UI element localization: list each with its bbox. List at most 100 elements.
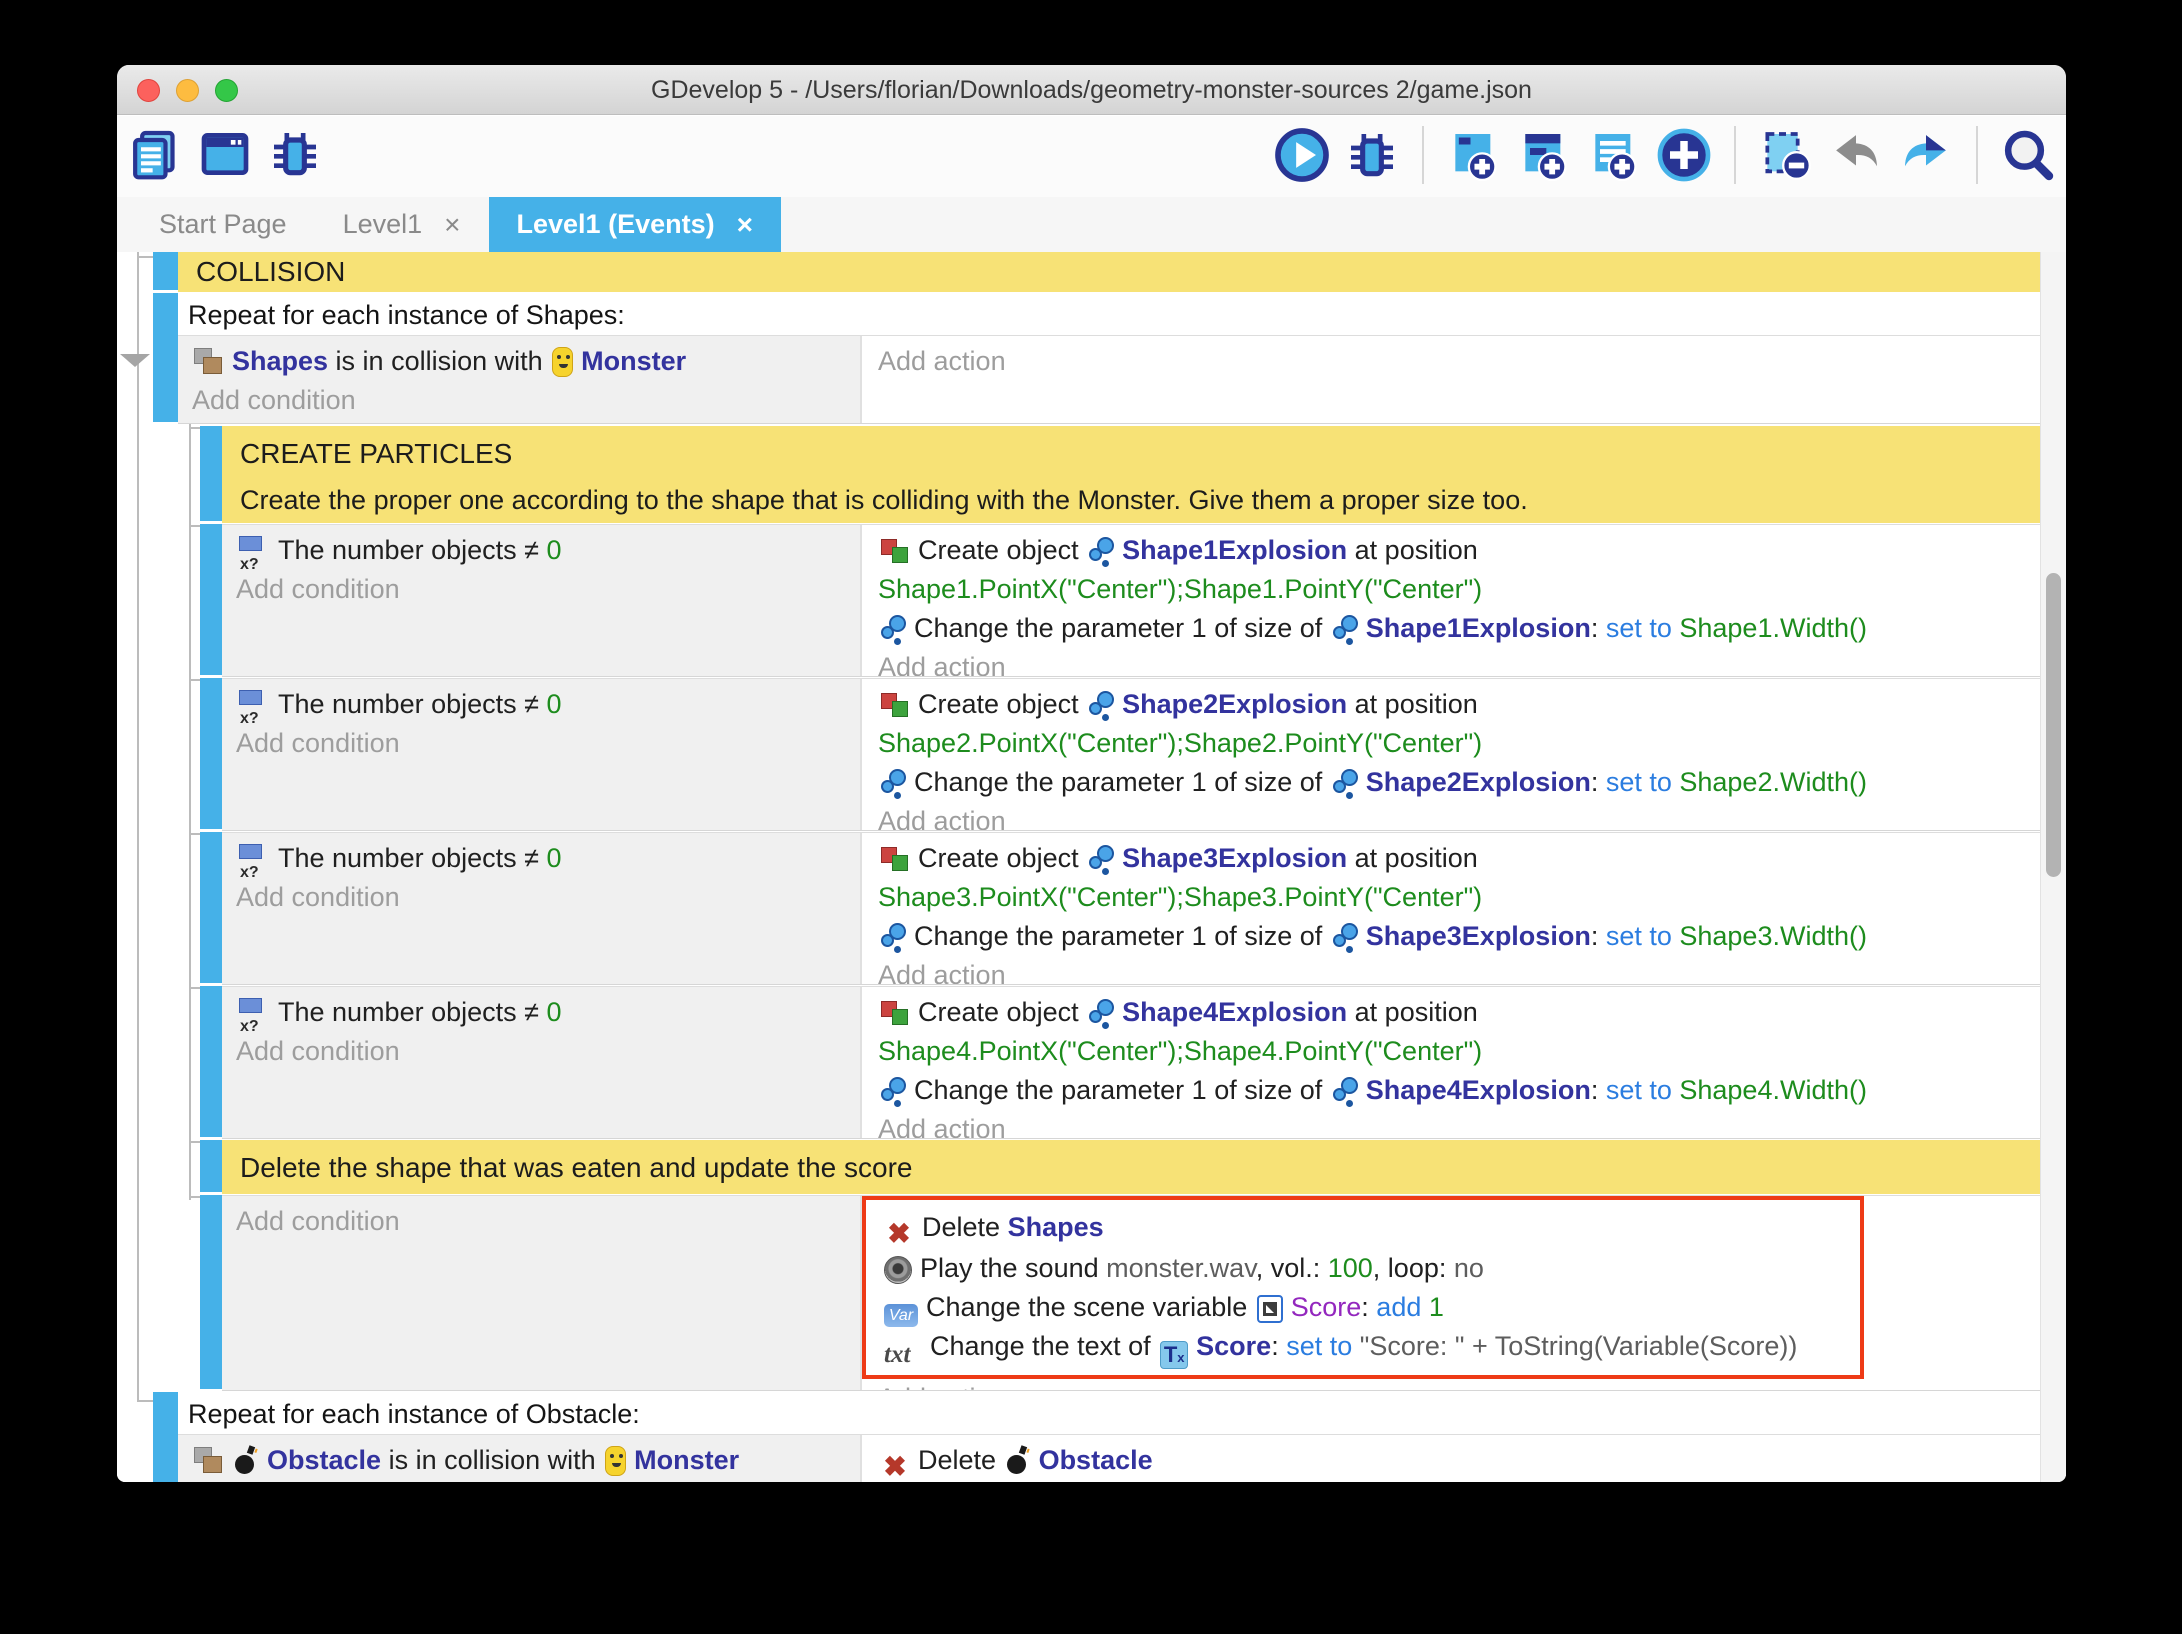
action-line[interactable]: Create object Shape3Explosion at positio… xyxy=(878,839,2040,878)
tab-bar: Start PageLevel1×Level1 (Events)× xyxy=(117,197,2066,252)
action-line[interactable]: Shape1.PointX("Center");Shape1.PointY("C… xyxy=(878,570,2040,609)
event-standard[interactable]: The number objects ≠ 0Add condition Creat… xyxy=(117,524,2066,677)
action-line[interactable]: Shape3.PointX("Center");Shape3.PointY("C… xyxy=(878,878,2040,917)
event-indent-bar xyxy=(153,1392,178,1482)
bomb-icon xyxy=(1006,1446,1031,1476)
condition-line[interactable]: The number objects ≠ 0 xyxy=(236,839,860,878)
event-repeat[interactable]: Repeat for each instance of Obstacle: Obs… xyxy=(117,1392,2066,1482)
add-event-icon[interactable] xyxy=(1446,127,1502,183)
action-line[interactable]: Create object Shape1Explosion at positio… xyxy=(878,531,2040,570)
text-segment: Monster xyxy=(634,1445,739,1475)
action-line[interactable]: ✖Delete Shapes xyxy=(882,1208,1848,1249)
action-line[interactable]: Change the parameter 1 of size of Shape3… xyxy=(878,917,2040,956)
close-tab-icon[interactable]: × xyxy=(737,209,753,241)
scene-editor-icon[interactable] xyxy=(197,126,253,182)
tab-start-page[interactable]: Start Page xyxy=(131,197,315,252)
action-line[interactable]: Create object Shape4Explosion at positio… xyxy=(878,993,2040,1032)
project-manager-icon[interactable] xyxy=(127,126,183,182)
var-icon: Var xyxy=(884,1304,918,1327)
repeat-header[interactable]: Repeat for each instance of Obstacle: xyxy=(178,1392,2040,1434)
action-line[interactable]: Shape4.PointX("Center");Shape4.PointY("C… xyxy=(878,1032,2040,1071)
condition-line[interactable]: The number objects ≠ 0 xyxy=(236,685,860,724)
add-condition-button[interactable]: Add condition xyxy=(192,381,860,420)
event-repeat[interactable]: Repeat for each instance of Shapes: Shape… xyxy=(117,293,2066,424)
event-standard[interactable]: The number objects ≠ 0Add condition Creat… xyxy=(117,678,2066,831)
event-comment[interactable]: Delete the shape that was eaten and upda… xyxy=(117,1140,2066,1194)
undo-icon[interactable] xyxy=(1828,127,1884,183)
redo-icon[interactable] xyxy=(1898,127,1954,183)
text-segment: Shape1.Width() xyxy=(1679,613,1867,643)
condition-line[interactable]: The number objects ≠ 0 xyxy=(236,531,860,570)
add-action-button[interactable]: Add action xyxy=(878,802,2040,830)
add-action-button[interactable]: Add action xyxy=(878,1110,2040,1138)
event-comment[interactable]: CREATE PARTICLESCreate the proper one ac… xyxy=(117,426,2066,523)
action-line[interactable]: Play the sound monster.wav, vol.: 100, l… xyxy=(882,1249,1848,1288)
tab-level1[interactable]: Level1 × xyxy=(315,197,489,252)
text-segment: Shape4.PointX("Center");Shape4.PointY("C… xyxy=(878,1036,1482,1066)
conditions-column: The number objects ≠ 0Add condition xyxy=(222,679,862,830)
shapes-icon xyxy=(194,347,224,377)
search-icon[interactable] xyxy=(2000,127,2056,183)
text-segment: Score xyxy=(1196,1331,1271,1361)
event-standard[interactable]: Add condition✖Delete ShapesPlay the soun… xyxy=(117,1195,2066,1391)
text-segment: Shape1.PointX("Center");Shape1.PointY("C… xyxy=(878,574,1482,604)
remove-event-icon[interactable] xyxy=(1758,127,1814,183)
add-action-button[interactable]: Add action xyxy=(878,956,2040,984)
action-line[interactable]: ✖Delete Obstacle xyxy=(878,1441,2040,1482)
selected-actions-group[interactable]: ✖Delete ShapesPlay the sound monster.wav… xyxy=(862,1196,1864,1379)
event-standard[interactable]: The number objects ≠ 0Add condition Creat… xyxy=(117,986,2066,1139)
action-line[interactable]: VarChange the scene variable Score: add … xyxy=(882,1288,1848,1327)
particle-icon xyxy=(1332,768,1358,798)
condition-line[interactable]: The number objects ≠ 0 xyxy=(236,993,860,1032)
add-condition-button[interactable]: Add condition xyxy=(236,878,860,917)
action-line[interactable]: Change the parameter 1 of size of Shape2… xyxy=(878,763,2040,802)
text-segment: set to xyxy=(1606,767,1680,797)
add-condition-button[interactable]: Add condition xyxy=(236,724,860,763)
text-segment: The number objects ≠ xyxy=(278,843,546,873)
add-new-icon[interactable] xyxy=(1656,127,1712,183)
tab-label: Level1 xyxy=(343,209,423,240)
add-condition-button[interactable]: Add condition xyxy=(236,1032,860,1071)
event-body: Repeat for each instance of Obstacle: Obs… xyxy=(178,1392,2040,1482)
event-indent-bar xyxy=(200,1195,222,1389)
event-body: The number objects ≠ 0Add condition Creat… xyxy=(222,678,2040,831)
debugger-icon[interactable] xyxy=(267,126,323,182)
text-segment: is in collision with xyxy=(381,1445,603,1475)
add-condition-button[interactable]: Add condition xyxy=(192,1480,860,1482)
event-standard[interactable]: The number objects ≠ 0Add condition Creat… xyxy=(117,832,2066,985)
action-line[interactable]: Create object Shape2Explosion at positio… xyxy=(878,685,2040,724)
play-icon[interactable] xyxy=(1274,127,1330,183)
text-segment: no xyxy=(1454,1253,1484,1283)
text-segment: Play the sound xyxy=(920,1253,1106,1283)
add-comment-icon[interactable] xyxy=(1586,127,1642,183)
particle-icon xyxy=(1332,614,1358,644)
text-segment: , vol.: xyxy=(1256,1253,1328,1283)
add-condition-button[interactable]: Add condition xyxy=(236,1202,860,1241)
debug-icon[interactable] xyxy=(1344,127,1400,183)
add-action-button[interactable]: Add action xyxy=(878,1379,2040,1390)
repeat-header[interactable]: Repeat for each instance of Shapes: xyxy=(178,293,2040,335)
text-segment: Create object xyxy=(918,997,1086,1027)
event-indent-bar xyxy=(153,293,178,422)
event-comment[interactable]: COLLISION xyxy=(117,252,2066,292)
text-segment: Shapes xyxy=(232,346,328,376)
text-segment: 0 xyxy=(546,997,561,1027)
text-segment: Change the parameter 1 of size of xyxy=(914,613,1330,643)
add-subevent-icon[interactable] xyxy=(1516,127,1572,183)
toolbar-separator xyxy=(1976,126,1978,184)
action-line[interactable]: txtChange the text of TxScore: set to "S… xyxy=(882,1327,1848,1369)
action-line[interactable]: Change the parameter 1 of size of Shape1… xyxy=(878,609,2040,648)
text-segment: Create object xyxy=(918,689,1086,719)
condition-line[interactable]: Obstacle is in collision with Monster xyxy=(192,1441,860,1480)
condition-line[interactable]: Shapes is in collision with Monster xyxy=(192,342,860,381)
close-tab-icon[interactable]: × xyxy=(444,209,460,241)
add-condition-button[interactable]: Add condition xyxy=(236,570,860,609)
action-line[interactable]: Change the parameter 1 of size of Shape4… xyxy=(878,1071,2040,1110)
tab-level1-events-[interactable]: Level1 (Events)× xyxy=(489,197,781,252)
actions-column: Create object Shape4Explosion at positio… xyxy=(862,987,2040,1138)
particle-icon xyxy=(1088,844,1114,874)
event-indent-bar xyxy=(153,252,178,290)
add-action-button[interactable]: Add action xyxy=(878,342,2040,381)
add-action-button[interactable]: Add action xyxy=(878,648,2040,676)
action-line[interactable]: Shape2.PointX("Center");Shape2.PointY("C… xyxy=(878,724,2040,763)
